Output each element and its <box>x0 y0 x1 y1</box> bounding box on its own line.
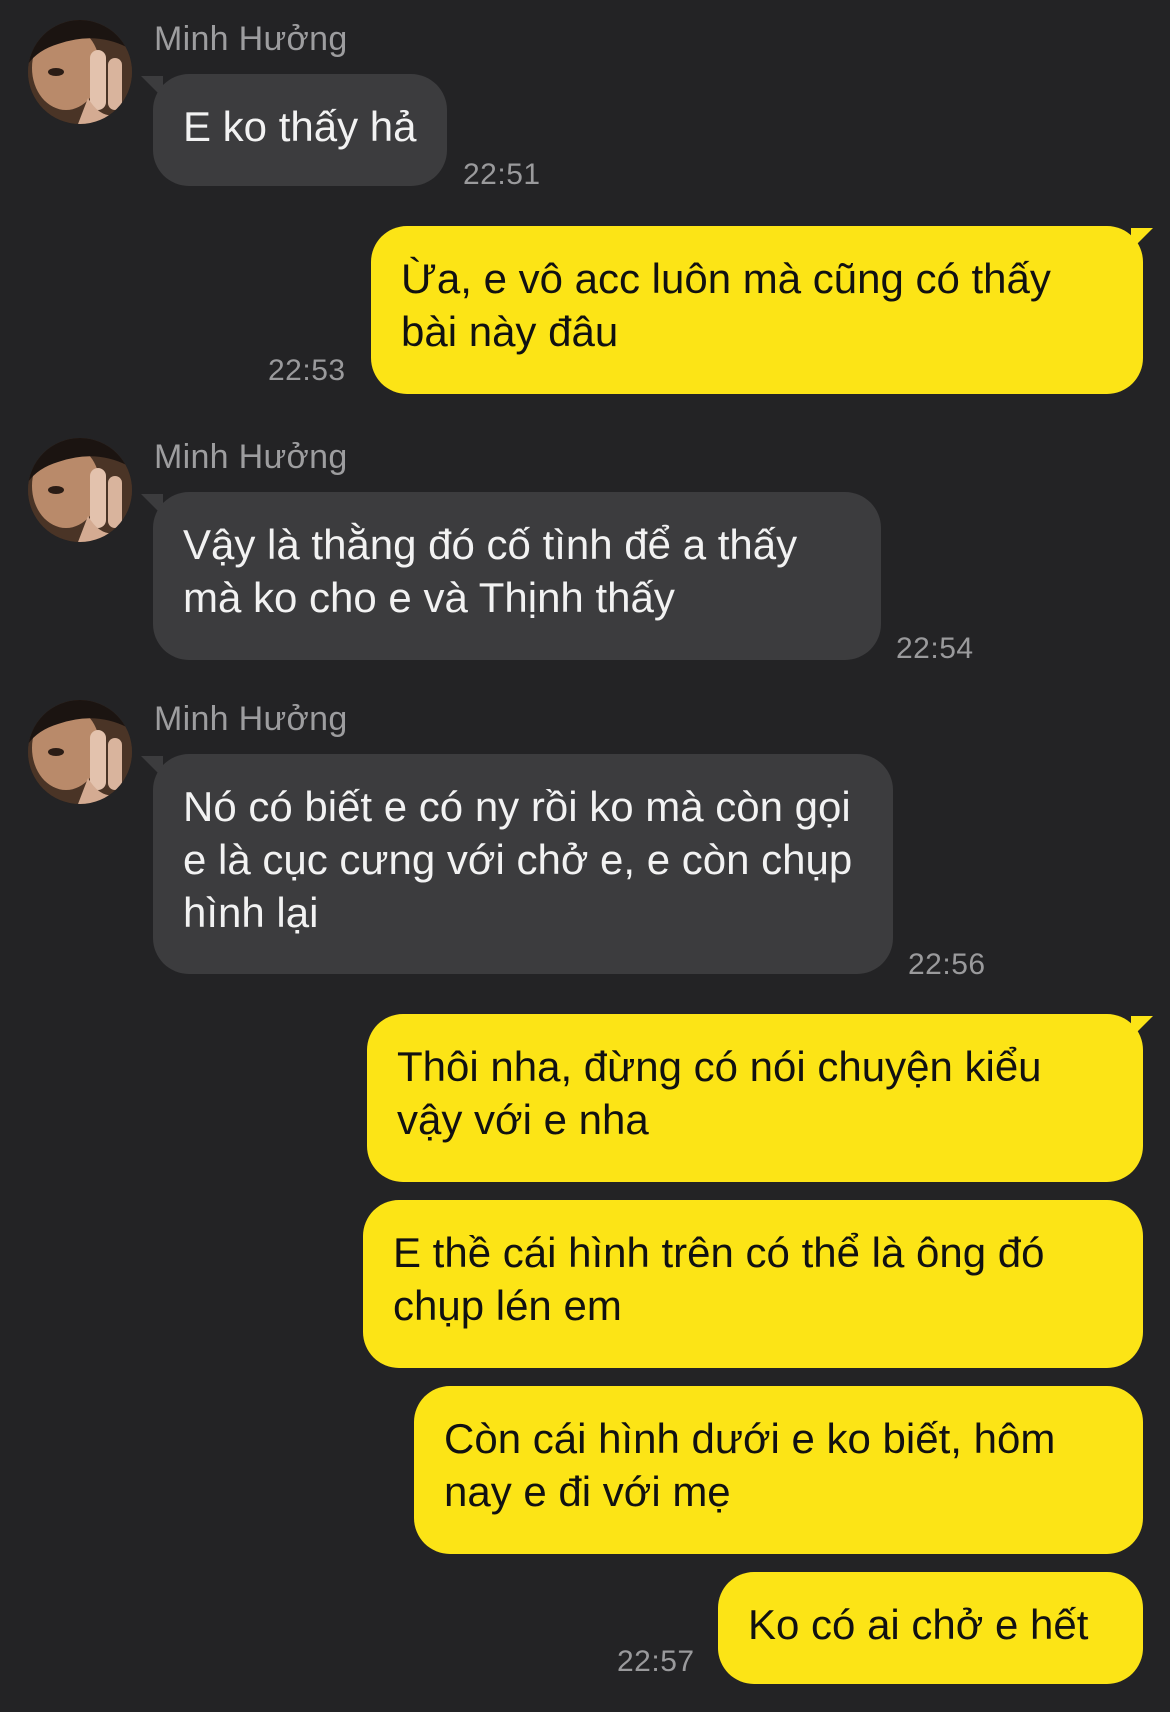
bubble-tail <box>1131 1016 1153 1038</box>
message-bubble-outgoing[interactable]: Ko có ai chở e hết <box>718 1572 1143 1684</box>
message-bubble-incoming[interactable]: Nó có biết e có ny rồi ko mà còn gọi e l… <box>153 754 893 974</box>
message-timestamp: 22:51 <box>463 158 541 191</box>
sender-name: Minh Hưởng <box>154 20 348 58</box>
message-timestamp: 22:57 <box>617 1645 695 1678</box>
bubble-tail <box>1131 228 1153 250</box>
message-bubble-outgoing[interactable]: Còn cái hình dưới e ko biết, hôm nay e đ… <box>414 1386 1143 1554</box>
message-bubble-outgoing[interactable]: Thôi nha, đừng có nói chuyện kiểu vậy vớ… <box>367 1014 1143 1182</box>
message-timestamp: 22:53 <box>268 354 346 387</box>
avatar-photo-icon <box>28 700 132 804</box>
contact-avatar[interactable] <box>28 700 132 804</box>
avatar-photo-icon <box>28 438 132 542</box>
avatar-photo-icon <box>28 20 132 124</box>
sender-name: Minh Hưởng <box>154 700 348 738</box>
message-bubble-incoming[interactable]: E ko thấy hả <box>153 74 447 186</box>
message-bubble-outgoing[interactable]: Ừa, e vô acc luôn mà cũng có thấy bài nà… <box>371 226 1143 394</box>
message-bubble-incoming[interactable]: Vậy là thằng đó cố tình để a thấy mà ko … <box>153 492 881 660</box>
contact-avatar[interactable] <box>28 20 132 124</box>
sender-name: Minh Hưởng <box>154 438 348 476</box>
message-timestamp: 22:54 <box>896 632 974 665</box>
message-timestamp: 22:56 <box>908 948 986 981</box>
chat-thread[interactable]: Minh Hưởng E ko thấy hả 22:51 22:53 Ừa, … <box>0 0 1170 1712</box>
contact-avatar[interactable] <box>28 438 132 542</box>
message-bubble-outgoing[interactable]: E thề cái hình trên có thể là ông đó chụ… <box>363 1200 1143 1368</box>
